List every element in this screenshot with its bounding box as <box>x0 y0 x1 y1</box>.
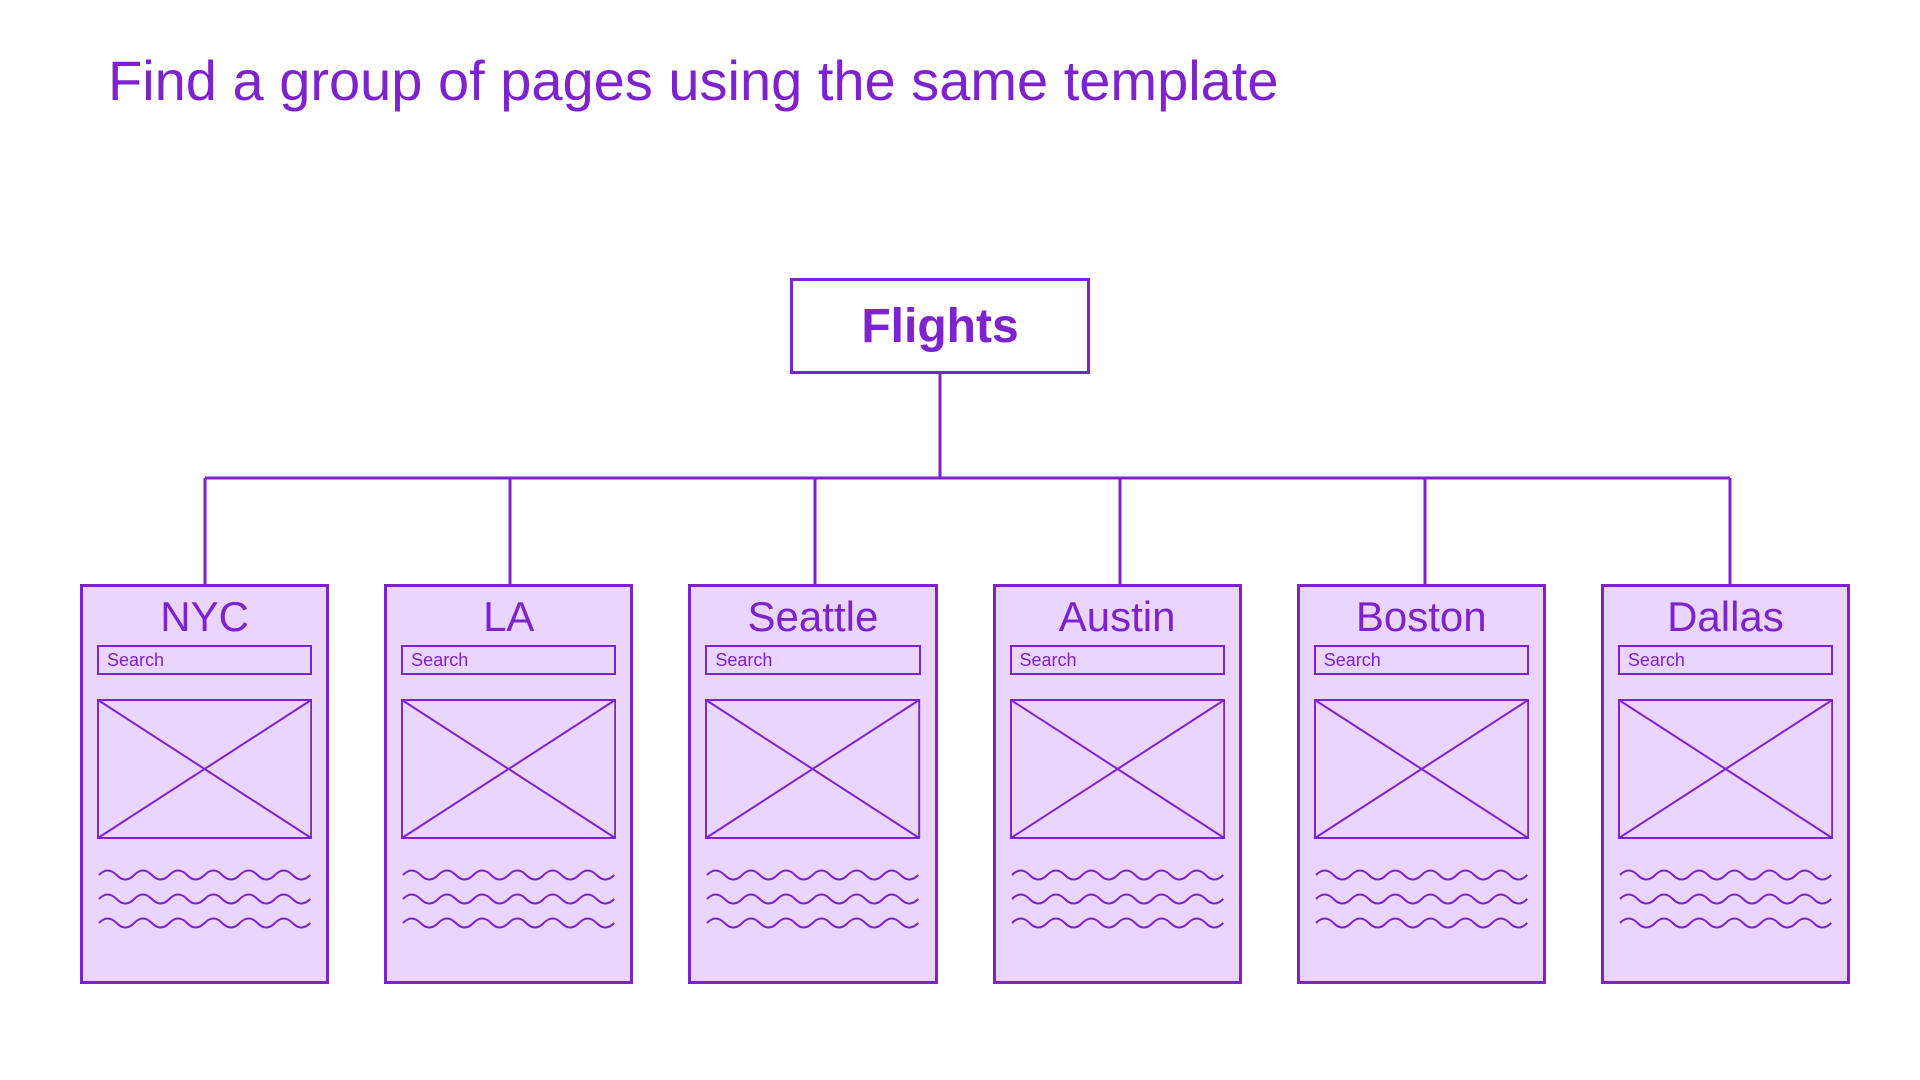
search-label: Search <box>715 650 772 671</box>
cards-row: NYC Search LA Se <box>80 584 1850 984</box>
page-title: Find a group of pages using the same tem… <box>108 48 1279 113</box>
text-placeholder-icon <box>401 863 616 933</box>
search-label: Search <box>1324 650 1381 671</box>
tree-connectors <box>0 374 1920 584</box>
search-label: Search <box>1628 650 1685 671</box>
search-input[interactable]: Search <box>1618 645 1833 675</box>
diagram-canvas: Find a group of pages using the same tem… <box>0 0 1920 1080</box>
text-placeholder-icon <box>97 863 312 933</box>
card-title: Boston <box>1356 593 1487 641</box>
text-placeholder-icon <box>1618 863 1833 933</box>
card-title: Seattle <box>748 593 879 641</box>
image-placeholder-icon <box>1314 699 1529 839</box>
search-input[interactable]: Search <box>1010 645 1225 675</box>
image-placeholder-icon <box>1010 699 1225 839</box>
page-card-nyc: NYC Search <box>80 584 329 984</box>
search-label: Search <box>107 650 164 671</box>
page-card-la: LA Search <box>384 584 633 984</box>
page-card-seattle: Seattle Search <box>688 584 937 984</box>
text-placeholder-icon <box>705 863 920 933</box>
page-card-austin: Austin Search <box>993 584 1242 984</box>
search-label: Search <box>1020 650 1077 671</box>
page-card-boston: Boston Search <box>1297 584 1546 984</box>
text-placeholder-icon <box>1010 863 1225 933</box>
page-card-dallas: Dallas Search <box>1601 584 1850 984</box>
image-placeholder-icon <box>1618 699 1833 839</box>
card-title: Dallas <box>1667 593 1784 641</box>
search-label: Search <box>411 650 468 671</box>
card-title: Austin <box>1059 593 1176 641</box>
root-node-label: Flights <box>861 299 1018 354</box>
search-input[interactable]: Search <box>97 645 312 675</box>
card-title: LA <box>483 593 534 641</box>
text-placeholder-icon <box>1314 863 1529 933</box>
image-placeholder-icon <box>705 699 920 839</box>
image-placeholder-icon <box>97 699 312 839</box>
search-input[interactable]: Search <box>401 645 616 675</box>
image-placeholder-icon <box>401 699 616 839</box>
search-input[interactable]: Search <box>1314 645 1529 675</box>
search-input[interactable]: Search <box>705 645 920 675</box>
card-title: NYC <box>160 593 249 641</box>
root-node: Flights <box>790 278 1090 374</box>
